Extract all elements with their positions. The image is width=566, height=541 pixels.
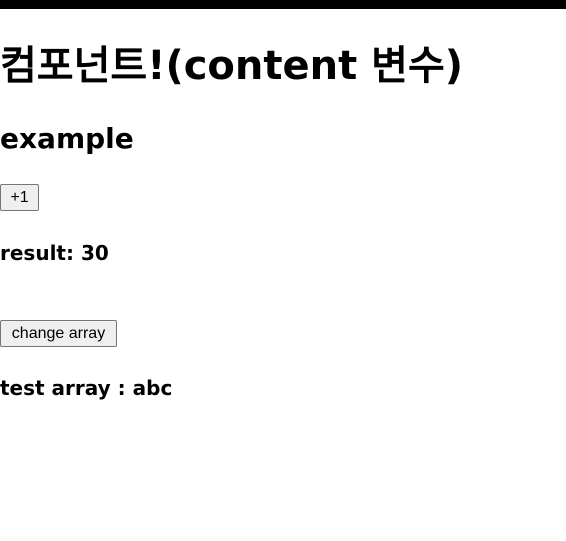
section-heading-example: example [0,122,134,155]
top-bar [0,0,566,9]
test-array-label: test array : [0,376,126,400]
result-text: result: 30 [0,240,109,266]
change-array-button[interactable]: change array [0,320,117,347]
increment-button[interactable]: +1 [0,184,39,211]
test-array-text: test array : abc [0,375,172,401]
result-value: 30 [80,241,109,265]
test-array-value: abc [132,376,173,400]
page: 컴포넌트!(content 변수) example +1 result: 30 … [0,0,566,541]
result-label: result: [0,241,74,265]
page-title: 컴포넌트!(content 변수) [0,43,464,89]
